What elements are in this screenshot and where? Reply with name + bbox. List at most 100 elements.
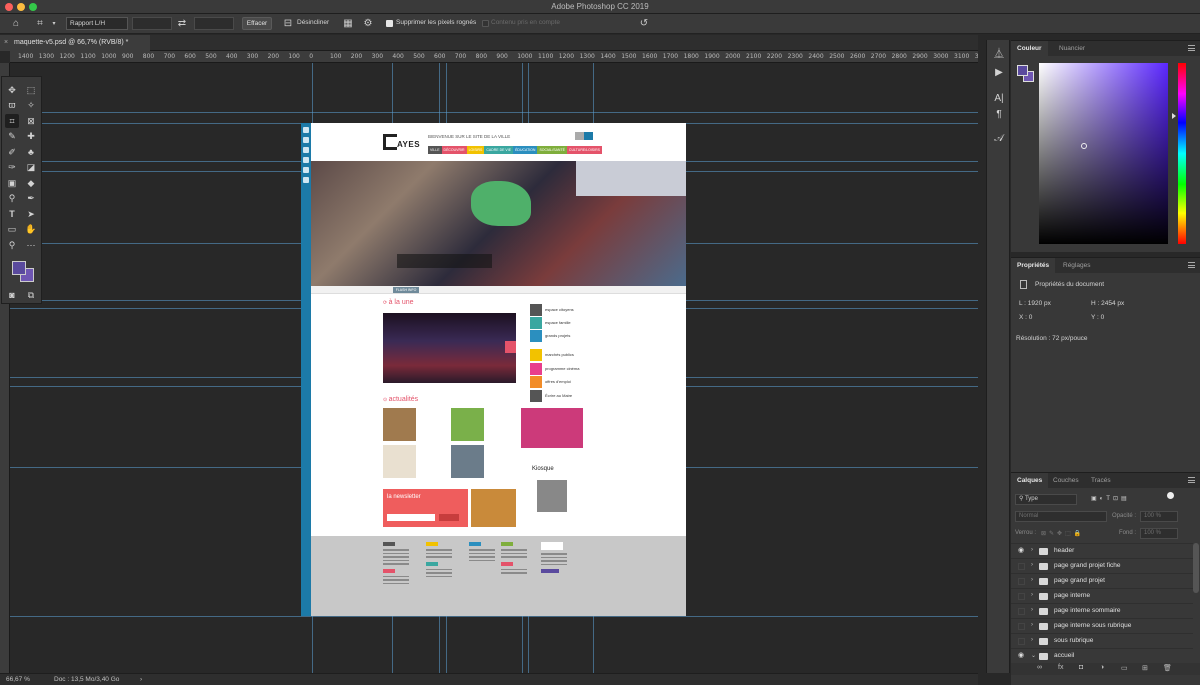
layer-row[interactable]: › page interne — [1011, 588, 1193, 603]
shape-tool-icon[interactable]: ▭ — [5, 222, 19, 236]
chevron-right-icon[interactable]: › — [1031, 622, 1033, 628]
type-tool-icon[interactable]: T — [5, 207, 19, 221]
guide-horizontal[interactable] — [10, 616, 978, 617]
paragraph-icon[interactable]: ¶ — [992, 108, 1006, 122]
layer-name[interactable]: page interne sous rubrique — [1054, 622, 1131, 629]
horizontal-ruler[interactable]: 1400 1300 1200 1100 1000 900 800 700 600 500 400 30… — [10, 51, 978, 63]
layer-row[interactable]: › page interne sommaire — [1011, 603, 1193, 618]
visibility-toggle[interactable] — [1018, 623, 1025, 630]
reset-icon[interactable]: ↺ — [638, 18, 650, 30]
more-tools-icon[interactable]: ⋯ — [24, 238, 38, 252]
ratio-select[interactable]: Rapport L/H — [66, 17, 128, 30]
height-ratio-field[interactable] — [194, 17, 234, 30]
history-brush-tool-icon[interactable]: ✑ — [5, 160, 19, 174]
blur-tool-icon[interactable]: ◆ — [24, 176, 38, 190]
panel-menu-icon[interactable] — [1188, 262, 1195, 268]
filter-toggle[interactable] — [1167, 492, 1174, 499]
visibility-toggle[interactable] — [1018, 638, 1025, 645]
color-picker-ring[interactable] — [1081, 143, 1087, 149]
layer-name[interactable]: page grand projet fiche — [1054, 562, 1121, 569]
clear-button[interactable]: Effacer — [242, 17, 272, 30]
layer-name[interactable]: page interne — [1054, 592, 1090, 599]
foreground-color-swatch[interactable] — [1017, 65, 1028, 76]
tab-proprietes[interactable]: Propriétés — [1011, 258, 1056, 273]
healing-tool-icon[interactable]: ✚ — [24, 129, 38, 143]
layer-name[interactable]: page interne sommaire — [1054, 607, 1120, 614]
layers-scrollbar[interactable] — [1193, 543, 1199, 593]
tab-couleur[interactable]: Couleur — [1011, 41, 1048, 56]
quick-mask-icon[interactable]: ◙ — [5, 288, 19, 302]
actions-play-icon[interactable]: ▶ — [992, 66, 1006, 80]
fx-icon[interactable]: fx — [1058, 664, 1063, 671]
opacity-field[interactable]: 100 % — [1140, 511, 1178, 522]
zoom-tool-icon[interactable]: ⚲ — [5, 238, 19, 252]
chevron-right-icon[interactable]: › — [140, 676, 142, 683]
visibility-toggle[interactable] — [1018, 593, 1025, 600]
layer-filter-select[interactable]: ⚲ Type — [1015, 494, 1077, 505]
eye-icon[interactable]: ◉ — [1016, 547, 1026, 555]
foreground-color-swatch[interactable] — [12, 261, 26, 275]
crop-tool-icon[interactable]: ⌗ — [5, 114, 19, 128]
layer-row[interactable]: › sous rubrique — [1011, 633, 1193, 648]
height-value[interactable]: H : 2454 px — [1091, 300, 1124, 307]
add-mask-icon[interactable]: ◘ — [1079, 664, 1083, 671]
chevron-right-icon[interactable]: › — [1031, 592, 1033, 598]
hue-slider[interactable] — [1178, 63, 1186, 244]
chevron-right-icon[interactable]: › — [1031, 562, 1033, 568]
layer-row[interactable]: › page interne sous rubrique — [1011, 618, 1193, 633]
tab-nuancier[interactable]: Nuancier — [1053, 41, 1091, 56]
layer-name[interactable]: header — [1054, 547, 1074, 554]
pen-tool-icon[interactable]: ✒ — [24, 191, 38, 205]
layer-row[interactable]: › page grand projet fiche — [1011, 558, 1193, 573]
chevron-right-icon[interactable]: › — [1031, 577, 1033, 583]
chevron-right-icon[interactable]: › — [1031, 547, 1033, 553]
chevron-down-icon[interactable]: ⌄ — [1031, 652, 1036, 659]
zoom-level[interactable]: 66,67 % — [6, 676, 30, 683]
stamp-tool-icon[interactable]: ♣ — [24, 145, 38, 159]
home-icon[interactable]: ⌂ — [10, 18, 22, 30]
y-value[interactable]: Y : 0 — [1091, 314, 1104, 321]
layer-row[interactable]: ◉ › header — [1011, 543, 1193, 558]
path-selection-tool-icon[interactable]: ➤ — [24, 207, 38, 221]
fill-field[interactable]: 100 % — [1140, 528, 1178, 539]
tab-traces[interactable]: Tracés — [1085, 473, 1117, 488]
straighten-label[interactable]: Désincliner — [297, 19, 329, 26]
chevron-right-icon[interactable]: › — [1031, 607, 1033, 613]
visibility-toggle[interactable] — [1018, 578, 1025, 585]
swap-icon[interactable]: ⇄ — [176, 18, 188, 30]
layer-row[interactable]: › page grand projet — [1011, 573, 1193, 588]
grid-overlay-icon[interactable]: ▦ — [342, 18, 354, 30]
tab-calques[interactable]: Calques — [1011, 473, 1049, 488]
layer-row[interactable]: ◉ ⌄ accueil — [1011, 648, 1193, 663]
chevron-down-icon[interactable]: ▾ — [48, 18, 60, 30]
adjustment-layer-icon[interactable]: ◑ — [1100, 664, 1104, 671]
tab-couches[interactable]: Couches — [1047, 473, 1085, 488]
marquee-tool-icon[interactable]: ⬚ — [24, 83, 38, 97]
layer-name[interactable]: accueil — [1054, 652, 1074, 659]
link-layers-icon[interactable]: ∞ — [1037, 664, 1042, 671]
straighten-icon[interactable]: ⊟ — [282, 18, 294, 30]
delete-pixels-checkbox[interactable] — [386, 20, 393, 27]
visibility-toggle[interactable] — [1018, 563, 1025, 570]
lock-icons[interactable]: ⊠✎✥⬚🔒 — [1041, 530, 1084, 537]
gear-icon[interactable]: ⚙ — [362, 18, 374, 30]
layer-name[interactable]: sous rubrique — [1054, 637, 1093, 644]
document-tab[interactable]: × maquette-v5.psd @ 66,7% (RVB/8) * — [0, 35, 150, 51]
trash-icon[interactable]: 🗑 — [1163, 664, 1172, 672]
tab-reglages[interactable]: Réglages — [1057, 258, 1096, 273]
brush-tool-icon[interactable]: ✐ — [5, 145, 19, 159]
chevron-right-icon[interactable]: › — [1031, 637, 1033, 643]
character-icon[interactable]: A| — [992, 92, 1006, 106]
screen-mode-icon[interactable]: ⧉ — [24, 288, 38, 302]
close-tab-icon[interactable]: × — [4, 35, 8, 51]
content-aware-checkbox[interactable] — [482, 20, 489, 27]
x-value[interactable]: X : 0 — [1019, 314, 1032, 321]
panel-menu-icon[interactable] — [1188, 45, 1195, 51]
lasso-tool-icon[interactable]: ϖ — [5, 98, 19, 112]
new-layer-icon[interactable]: ⊞ — [1142, 664, 1148, 672]
eraser-tool-icon[interactable]: ◪ — [24, 160, 38, 174]
magic-wand-tool-icon[interactable]: ✧ — [24, 98, 38, 112]
frame-tool-icon[interactable]: ⊠ — [24, 114, 38, 128]
width-ratio-field[interactable] — [132, 17, 172, 30]
gradient-tool-icon[interactable]: ▣ — [5, 176, 19, 190]
